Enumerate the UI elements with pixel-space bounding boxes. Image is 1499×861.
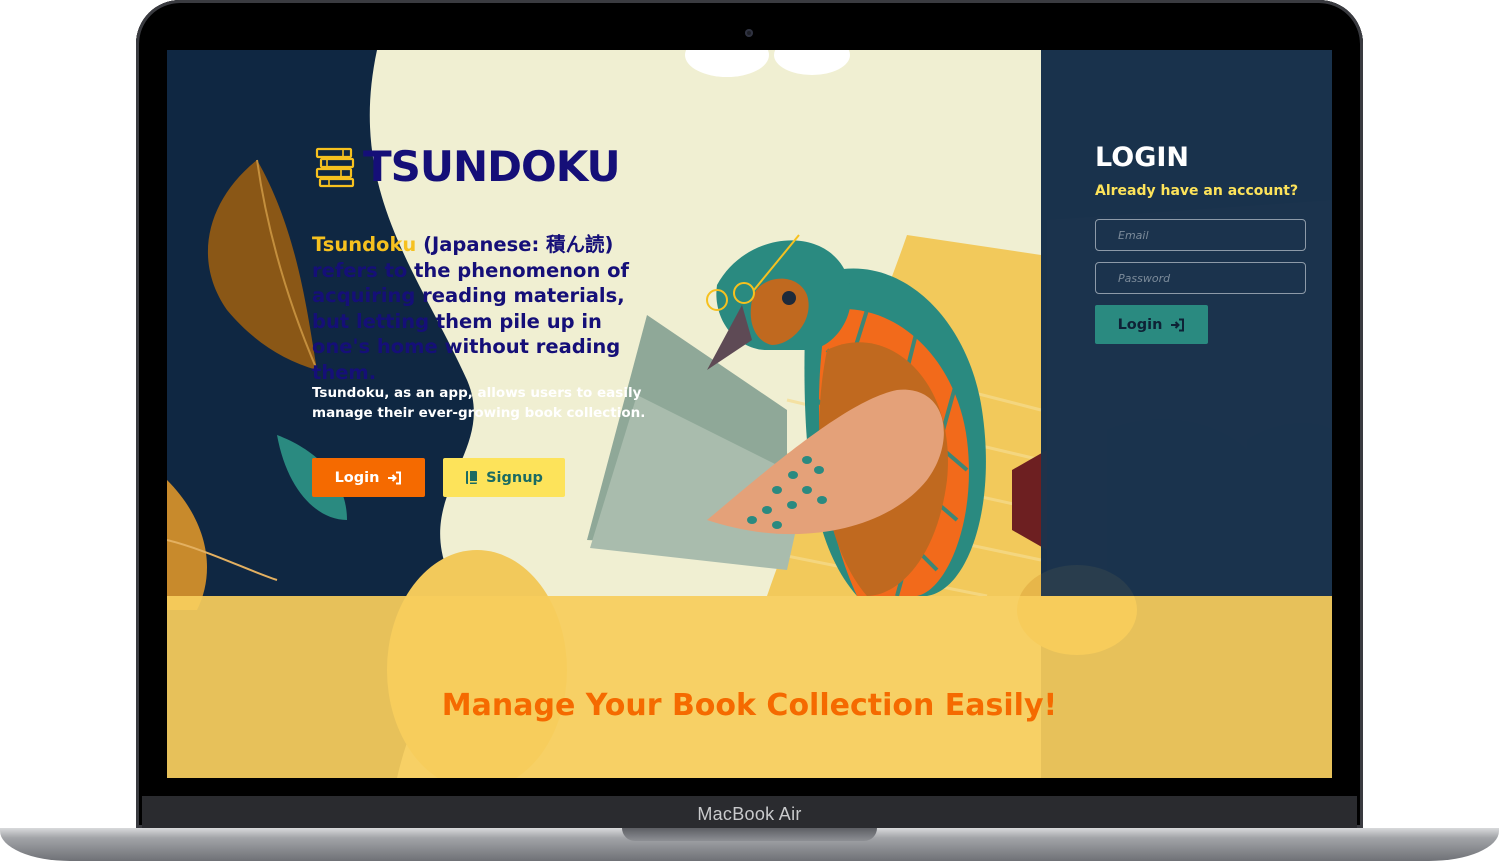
laptop-notch: [622, 828, 877, 841]
bottom-band: [167, 596, 1332, 778]
hero-headline: Tsundoku (Japanese: 積ん読) refers to the p…: [312, 232, 657, 385]
tagline: Manage Your Book Collection Easily!: [441, 688, 1058, 723]
headline-highlight: Tsundoku: [312, 233, 417, 256]
hero-description: Tsundoku, as an app, allows users to eas…: [312, 385, 646, 421]
panel-login-button[interactable]: Login: [1095, 305, 1208, 344]
login-panel-subtitle: Already have an account?: [1095, 183, 1299, 199]
brand-title: TSUNDOKU: [363, 142, 621, 191]
books-stack-icon: [315, 147, 355, 188]
email-field[interactable]: [1095, 219, 1306, 251]
sign-in-icon: [1171, 318, 1185, 331]
sign-in-icon: [388, 471, 402, 484]
laptop-model-label: MacBook Air: [697, 804, 802, 824]
brand: TSUNDOKU: [315, 142, 621, 191]
book-icon: [466, 471, 478, 484]
password-field[interactable]: [1095, 262, 1306, 294]
login-panel: LOGIN Already have an account? Login: [1041, 50, 1332, 596]
hero-login-label: Login: [334, 469, 380, 486]
hero-login-button[interactable]: Login: [312, 458, 425, 497]
panel-login-label: Login: [1117, 316, 1163, 333]
login-panel-title: LOGIN: [1095, 142, 1189, 173]
screen: TSUNDOKU Tsundoku (Japanese: 積ん読) refers…: [167, 50, 1332, 778]
hero-signup-button[interactable]: Signup: [443, 458, 565, 497]
hero-signup-label: Signup: [486, 469, 543, 486]
camera-icon: [745, 29, 753, 37]
